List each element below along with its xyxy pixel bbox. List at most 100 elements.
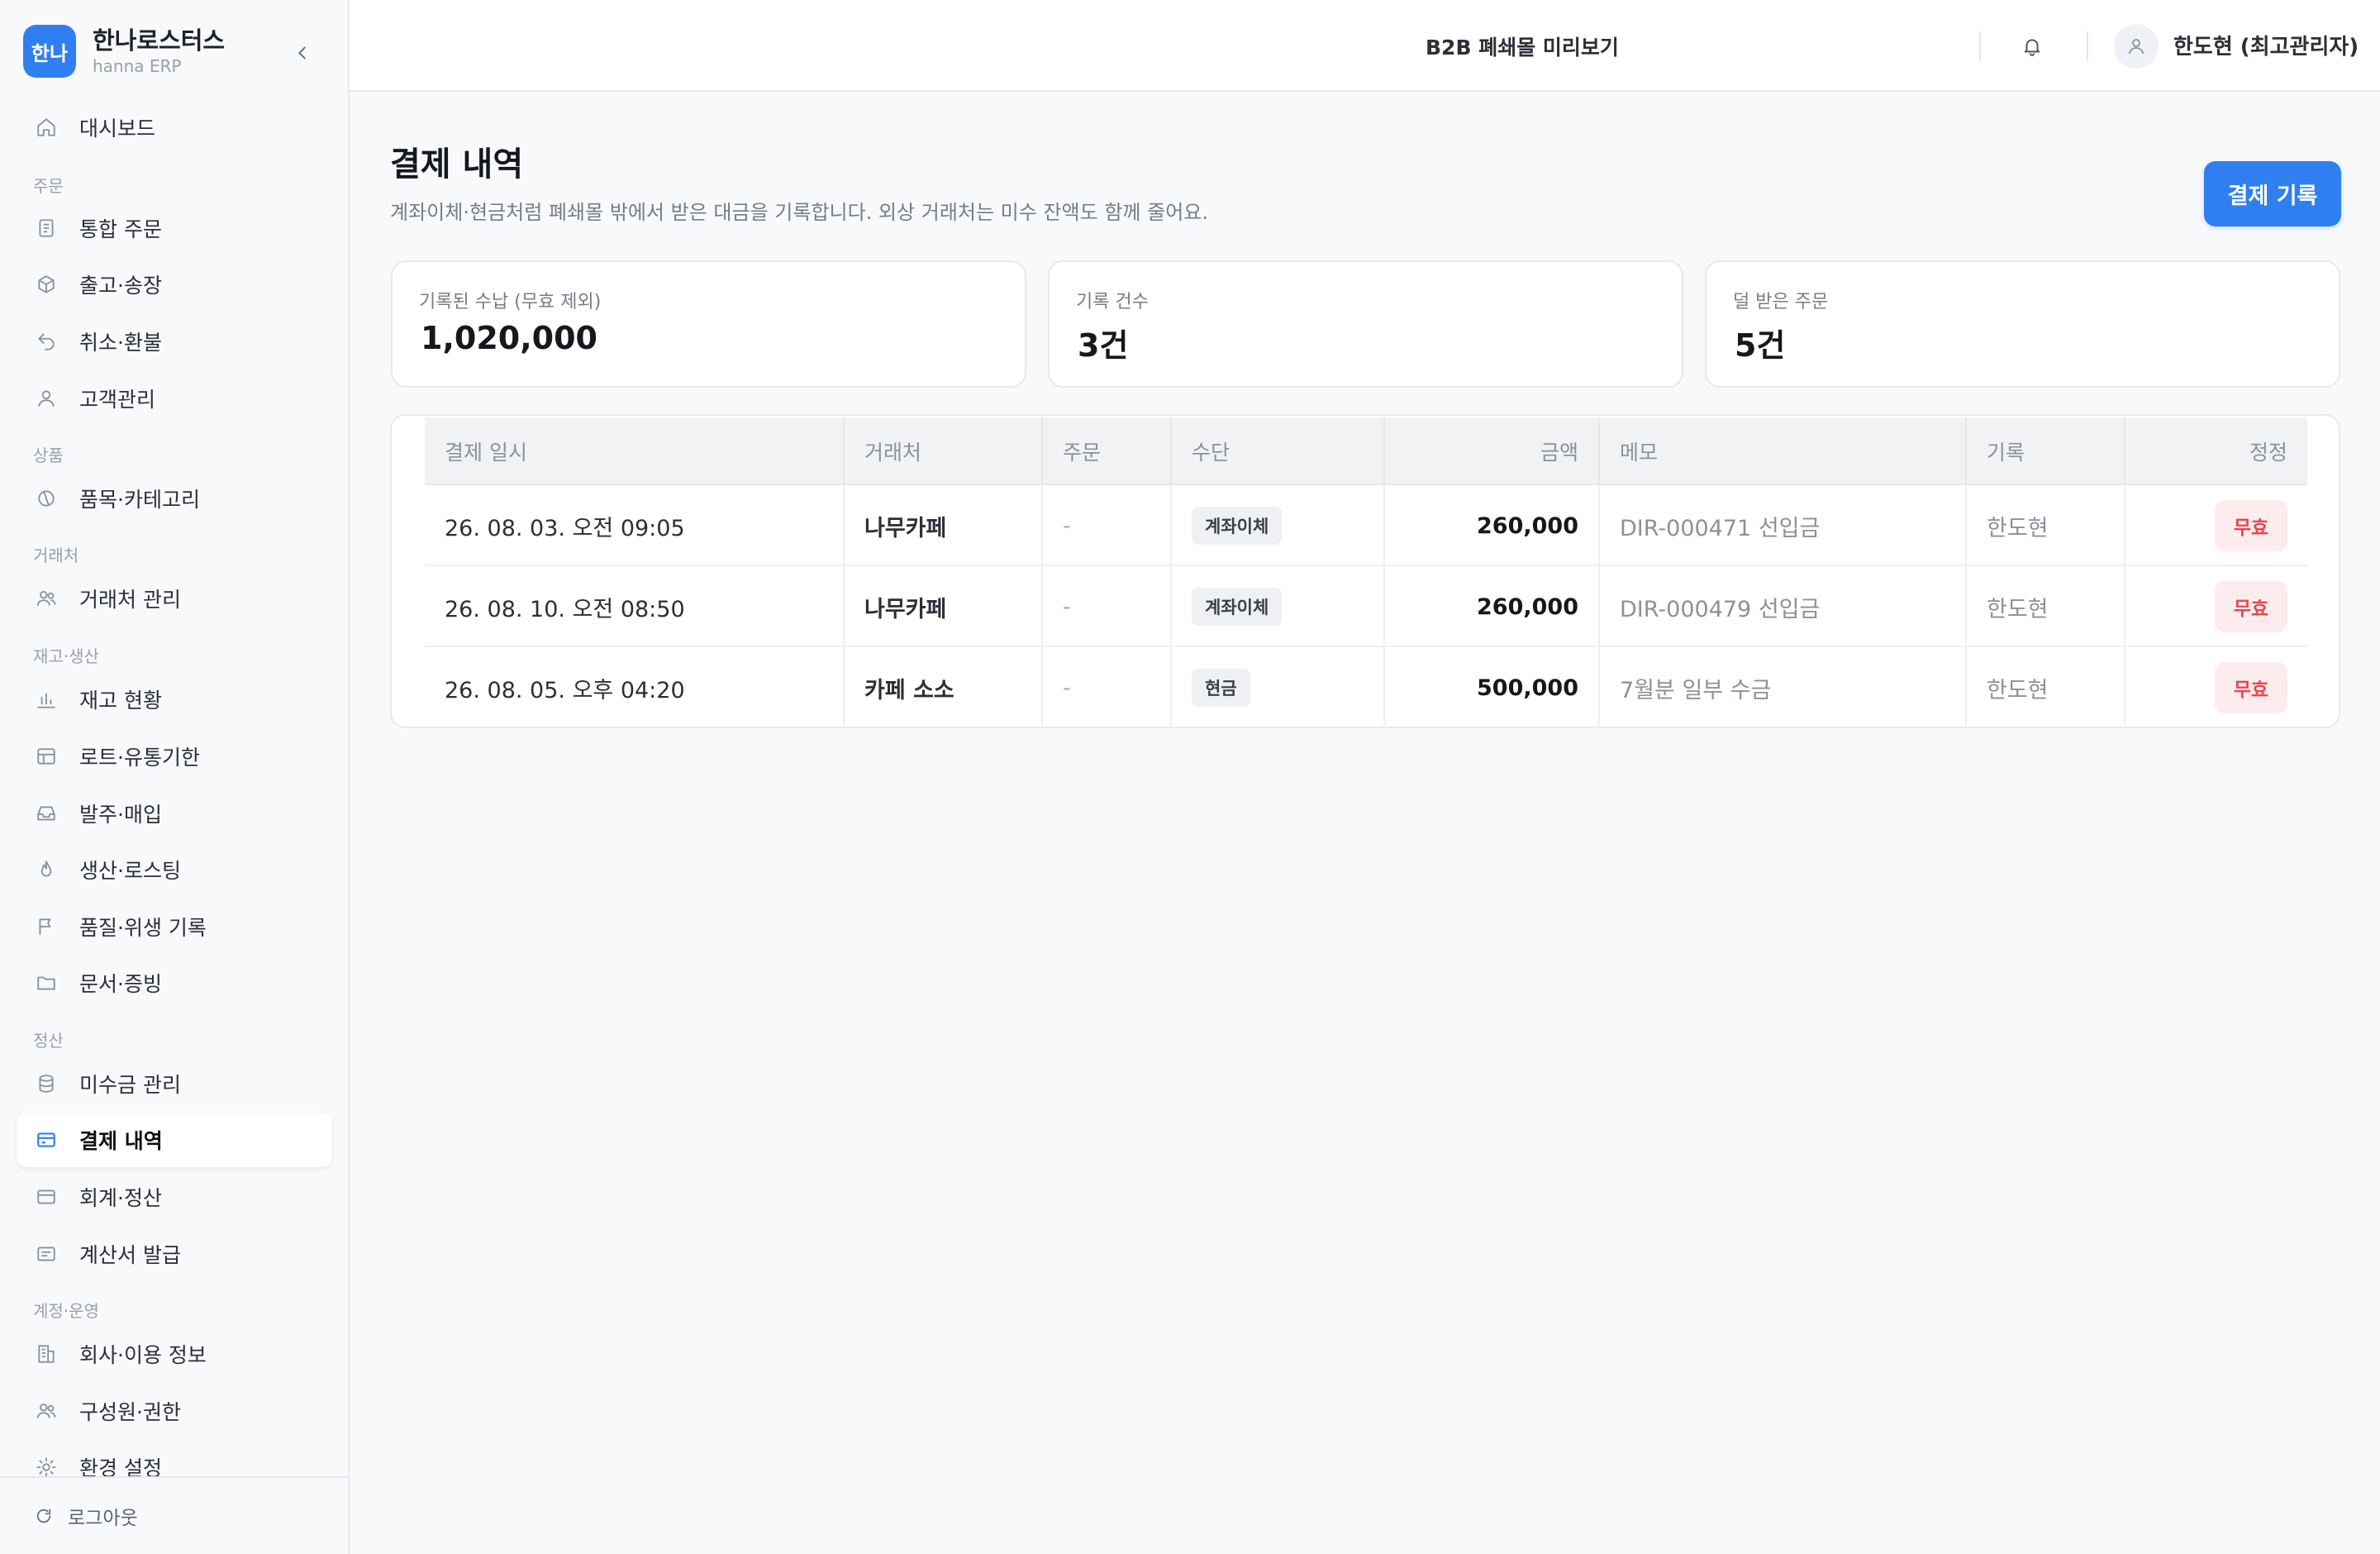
gear-icon xyxy=(35,1456,58,1479)
cell-order: - xyxy=(1043,566,1172,647)
topbar-divider xyxy=(1979,31,1981,61)
sidebar-item-category[interactable]: 품목·카테고리 xyxy=(17,471,332,526)
receipt-icon xyxy=(35,1242,58,1266)
sidebar-item-label: 생산·로스팅 xyxy=(79,859,181,883)
sidebar-item-quality[interactable]: 품질·위생 기록 xyxy=(17,899,332,954)
sidebar-item-receivables[interactable]: 미수금 관리 xyxy=(17,1056,332,1111)
collapse-sidebar-button[interactable] xyxy=(288,38,317,68)
sidebar-item-label: 재고 현황 xyxy=(79,689,162,713)
column-header[interactable]: 정정 xyxy=(2125,417,2307,485)
sidebar-item-label: 통합 주문 xyxy=(79,217,162,241)
brand-logo: 한나 xyxy=(23,25,76,78)
nav-section-account: 계정·운영 xyxy=(33,1301,99,1321)
sidebar-item-docs[interactable]: 문서·증빙 xyxy=(17,956,332,1010)
sidebar-item-accounting[interactable]: 회계·정산 xyxy=(17,1170,332,1224)
sidebar-item-orders[interactable]: 통합 주문 xyxy=(17,201,332,255)
sidebar-item-label: 문서·증빙 xyxy=(79,972,162,996)
sidebar-item-label: 미수금 관리 xyxy=(79,1073,181,1097)
topbar-divider xyxy=(2087,31,2088,61)
sidebar-item-lot[interactable]: 로트·유통기한 xyxy=(17,729,332,784)
table-header: 결제 일시 거래처 주문 수단 금액 메모 기록 정정 xyxy=(425,417,2307,485)
users-icon xyxy=(35,1399,58,1423)
payments-table: 결제 일시 거래처 주문 수단 금액 메모 기록 정정 26. 08. 03. … xyxy=(390,414,2340,728)
sidebar-item-label: 대시보드 xyxy=(79,117,156,141)
stat-label: 기록된 수납 (무효 제외) xyxy=(419,292,602,312)
sidebar-item-refund[interactable]: 취소·환불 xyxy=(17,314,332,369)
logout-button[interactable]: 로그아웃 xyxy=(0,1476,348,1554)
column-header[interactable]: 금액 xyxy=(1385,417,1600,485)
cell-method: 계좌이체 xyxy=(1172,485,1385,566)
cell-action: 무효 xyxy=(2125,647,2307,728)
credit-card-icon xyxy=(35,1128,58,1151)
page-description: 계좌이체·현금처럼 폐쇄몰 밖에서 받은 대금을 기록합니다. 외상 거래처는 … xyxy=(390,201,1209,224)
record-payment-button[interactable]: 결제 기록 xyxy=(2204,161,2341,226)
column-header[interactable]: 거래처 xyxy=(845,417,1043,485)
sidebar-item-label: 취소·환불 xyxy=(79,331,162,355)
sidebar-item-company[interactable]: 회사·이용 정보 xyxy=(17,1327,332,1381)
cell-datetime: 26. 08. 03. 오전 09:05 xyxy=(425,485,845,566)
cell-recorder: 한도현 xyxy=(1967,647,2125,728)
column-header[interactable]: 수단 xyxy=(1172,417,1385,485)
sidebar-item-purchase[interactable]: 발주·매입 xyxy=(17,786,332,841)
document-icon xyxy=(35,217,58,240)
sidebar-item-label: 고객관리 xyxy=(79,388,156,412)
undo-icon xyxy=(35,330,58,353)
cell-datetime: 26. 08. 10. 오전 08:50 xyxy=(425,566,845,647)
cell-partner: 나무카페 xyxy=(845,566,1043,647)
cell-action: 무효 xyxy=(2125,566,2307,647)
user-name[interactable]: 한도현 (최고관리자) xyxy=(2173,30,2359,60)
sidebar-item-dashboard[interactable]: 대시보드 xyxy=(17,100,332,155)
brand-name: 한나로스터스 xyxy=(93,26,226,55)
void-button[interactable]: 무효 xyxy=(2215,662,2287,713)
sidebar-item-label: 계산서 발급 xyxy=(79,1243,181,1267)
stat-value: 1,020,000 xyxy=(421,320,597,356)
sidebar-item-members[interactable]: 구성원·권한 xyxy=(17,1384,332,1438)
building-icon xyxy=(35,1342,58,1366)
cell-amount: 260,000 xyxy=(1385,566,1600,647)
sidebar-item-customers[interactable]: 고객관리 xyxy=(17,371,332,426)
column-header[interactable]: 주문 xyxy=(1043,417,1172,485)
nav-section-product: 상품 xyxy=(33,446,64,465)
flame-icon xyxy=(35,858,58,881)
void-button[interactable]: 무효 xyxy=(2215,500,2287,551)
nav-section-settlement: 정산 xyxy=(33,1031,64,1051)
b2b-preview-link[interactable]: B2B 폐쇄몰 미리보기 xyxy=(1426,31,1619,61)
brand[interactable]: 한나 한나로스터스 hanna ERP xyxy=(23,25,225,78)
column-header[interactable]: 결제 일시 xyxy=(425,417,845,485)
chevron-left-icon xyxy=(298,46,306,60)
stat-label: 덜 받은 주문 xyxy=(1733,292,1829,312)
column-header[interactable]: 메모 xyxy=(1600,417,1967,485)
table-icon xyxy=(35,745,58,768)
sidebar-item-roasting[interactable]: 생산·로스팅 xyxy=(17,842,332,897)
sidebar-item-label: 거래처 관리 xyxy=(79,588,181,612)
topbar xyxy=(350,0,2380,92)
users-icon xyxy=(35,587,58,610)
sidebar-item-label: 품목·카테고리 xyxy=(79,488,200,512)
cell-order: - xyxy=(1043,647,1172,728)
nav-section-inventory: 재고·생산 xyxy=(33,646,99,666)
folder-icon xyxy=(35,971,58,994)
avatar[interactable] xyxy=(2114,24,2159,69)
sidebar-item-label: 결제 내역 xyxy=(79,1129,163,1153)
stat-value: 5건 xyxy=(1735,327,1786,364)
stat-value: 3건 xyxy=(1078,327,1129,364)
sidebar-item-invoice[interactable]: 계산서 발급 xyxy=(17,1227,332,1281)
sidebar-item-payments[interactable]: 결제 내역 xyxy=(17,1113,332,1167)
cell-datetime: 26. 08. 05. 오후 04:20 xyxy=(425,647,845,728)
nav-section-partner: 거래처 xyxy=(33,546,79,565)
void-button[interactable]: 무효 xyxy=(2215,581,2287,632)
cell-recorder: 한도현 xyxy=(1967,485,2125,566)
sidebar-item-label: 로트·유통기한 xyxy=(79,746,200,770)
flag-icon xyxy=(35,915,58,938)
nav-section-order: 주문 xyxy=(33,176,64,196)
sidebar-item-stock[interactable]: 재고 현황 xyxy=(17,672,332,727)
sidebar-item-label: 회계·정산 xyxy=(79,1186,162,1210)
stat-card-unpaid-orders: 덜 받은 주문 5건 xyxy=(1705,260,2340,388)
inbox-icon xyxy=(35,802,58,825)
method-badge: 현금 xyxy=(1192,669,1250,707)
sidebar-item-shipping[interactable]: 출고·송장 xyxy=(17,257,332,312)
notifications-button[interactable] xyxy=(2017,31,2047,61)
column-header[interactable]: 기록 xyxy=(1967,417,2125,485)
brand-subtitle: hanna ERP xyxy=(93,56,182,76)
sidebar-item-partners[interactable]: 거래처 관리 xyxy=(17,571,332,626)
